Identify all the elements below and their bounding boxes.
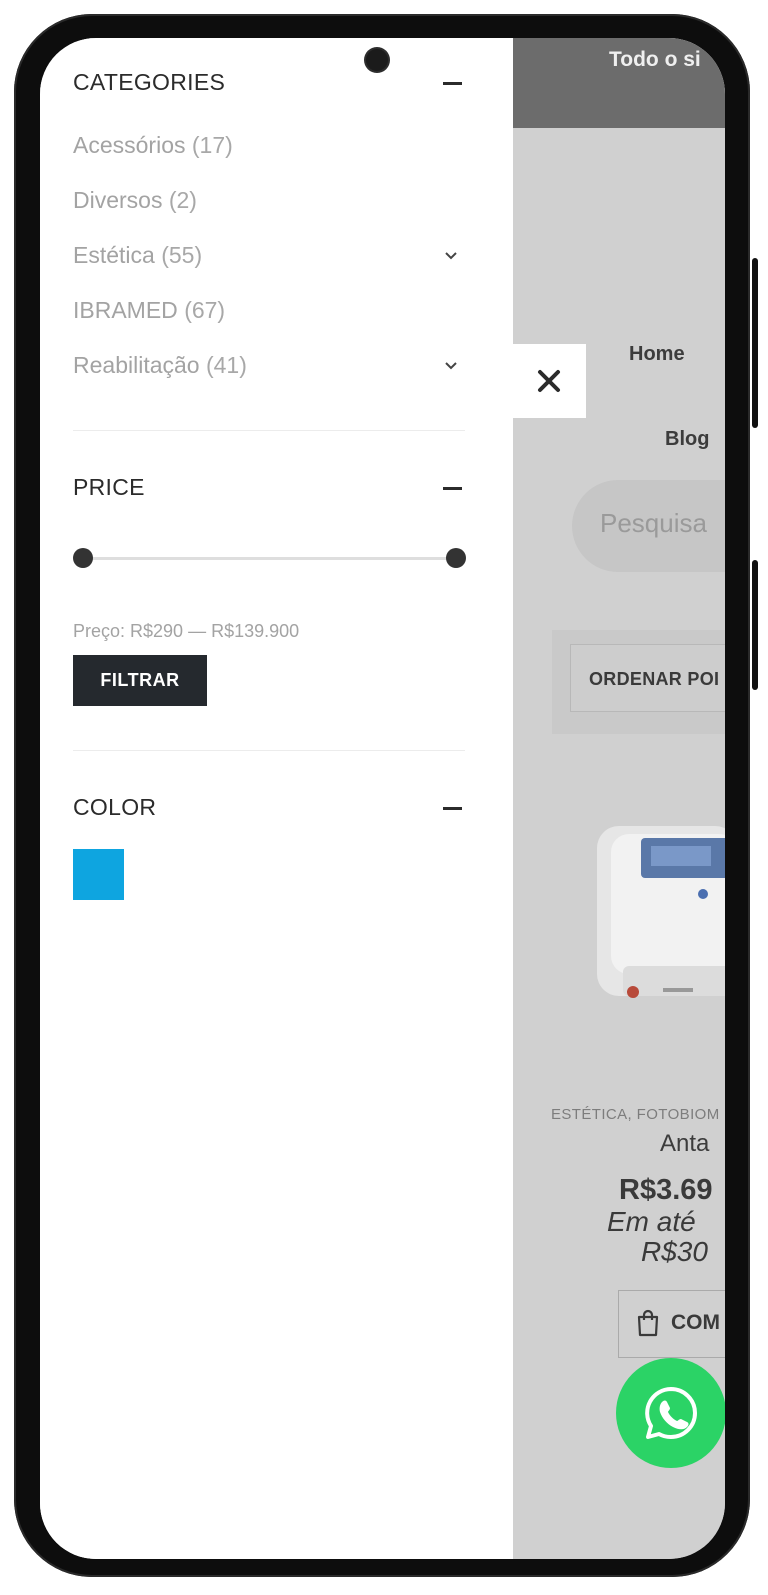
color-title: COLOR bbox=[73, 794, 157, 820]
price-slider-min-handle[interactable] bbox=[73, 548, 93, 568]
price-title: PRICE bbox=[73, 474, 145, 500]
minus-icon[interactable] bbox=[443, 82, 462, 85]
category-count: (55) bbox=[161, 242, 203, 268]
product-name[interactable]: Anta bbox=[660, 1130, 709, 1158]
category-item-estetica[interactable]: Estética (55) bbox=[73, 242, 202, 269]
filter-button[interactable]: FILTRAR bbox=[73, 655, 207, 706]
categories-title: CATEGORIES bbox=[73, 69, 226, 95]
product-installment: Em até bbox=[607, 1206, 696, 1237]
product-price: R$3.69 bbox=[619, 1174, 713, 1206]
divider bbox=[73, 750, 465, 751]
close-icon bbox=[538, 370, 560, 392]
shopping-bag-icon bbox=[637, 1309, 659, 1337]
price-slider-track[interactable] bbox=[83, 557, 456, 560]
search-input[interactable]: Pesquisa bbox=[572, 480, 725, 572]
screen: Todo o si Home Blog Pesquisa ORDENAR POI… bbox=[40, 38, 725, 1559]
phone-side-button bbox=[752, 258, 758, 428]
top-bar-text: Todo o si bbox=[609, 48, 701, 71]
chevron-down-icon[interactable] bbox=[444, 251, 458, 261]
front-camera bbox=[366, 49, 388, 71]
whatsapp-button[interactable] bbox=[616, 1358, 725, 1468]
category-label: Estética bbox=[73, 242, 155, 268]
product-installment-value: R$30 bbox=[641, 1236, 708, 1267]
product-image[interactable] bbox=[593, 816, 725, 1006]
category-label: Reabilitação bbox=[73, 352, 200, 378]
whatsapp-icon bbox=[645, 1387, 697, 1439]
minus-icon[interactable] bbox=[443, 807, 462, 810]
category-count: (2) bbox=[168, 187, 197, 213]
order-bar: ORDENAR POI bbox=[552, 630, 725, 734]
category-item-diversos[interactable]: Diversos (2) bbox=[73, 187, 197, 214]
color-swatch-blue[interactable] bbox=[73, 849, 124, 900]
order-by-label: ORDENAR POI bbox=[589, 669, 720, 689]
phone-side-button bbox=[752, 560, 758, 690]
minus-icon[interactable] bbox=[443, 487, 462, 490]
buy-button-label: COM bbox=[671, 1311, 720, 1334]
nav-home-link[interactable]: Home bbox=[629, 343, 685, 366]
category-label: Acessórios bbox=[73, 132, 186, 158]
category-item-acessorios[interactable]: Acessórios (17) bbox=[73, 132, 233, 159]
category-label: Diversos bbox=[73, 187, 163, 213]
close-filters-button[interactable] bbox=[512, 344, 586, 418]
order-by-select[interactable]: ORDENAR POI bbox=[570, 644, 725, 712]
category-count: (17) bbox=[191, 132, 233, 158]
price-range-label: Preço: R$290 — R$139.900 bbox=[73, 621, 300, 641]
chevron-down-icon[interactable] bbox=[444, 361, 458, 371]
buy-button[interactable]: COM bbox=[618, 1290, 725, 1358]
price-slider-max-handle[interactable] bbox=[446, 548, 466, 568]
divider bbox=[73, 430, 465, 431]
search-placeholder: Pesquisa bbox=[600, 508, 707, 538]
filter-drawer: CATEGORIES Acessórios (17) Diversos (2) … bbox=[40, 38, 513, 1559]
category-item-reabilitacao[interactable]: Reabilitação (41) bbox=[73, 352, 247, 379]
category-count: (41) bbox=[205, 352, 247, 378]
category-label: IBRAMED bbox=[73, 297, 178, 323]
product-categories[interactable]: ESTÉTICA, FOTOBIOM bbox=[551, 1106, 720, 1123]
nav-blog-link[interactable]: Blog bbox=[665, 428, 709, 451]
category-item-ibramed[interactable]: IBRAMED (67) bbox=[73, 297, 225, 324]
category-count: (67) bbox=[184, 297, 226, 323]
